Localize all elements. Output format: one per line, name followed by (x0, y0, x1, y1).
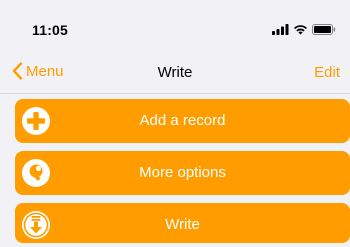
status-icons (272, 22, 336, 36)
wifi-icon (294, 24, 307, 35)
action-list: Add a record More options Write (15, 99, 350, 243)
battery-icon (312, 23, 336, 35)
app-screen: 11:05 Menu Write Edit Add a record More … (0, 0, 350, 247)
more-options-button[interactable]: More options (15, 151, 350, 195)
more-options-label: More options (139, 164, 226, 181)
edit-button[interactable]: Edit (314, 64, 340, 81)
status-time: 11:05 (32, 22, 69, 38)
cellular-signal-icon (272, 23, 289, 35)
add-record-button[interactable]: Add a record (15, 99, 350, 143)
navigation-bar: Menu Write Edit (0, 50, 350, 94)
status-bar: 11:05 (0, 0, 350, 44)
add-record-label: Add a record (139, 112, 226, 129)
write-label: Write (165, 216, 200, 233)
page-title: Write (157, 64, 193, 81)
write-button[interactable]: Write (15, 203, 350, 243)
